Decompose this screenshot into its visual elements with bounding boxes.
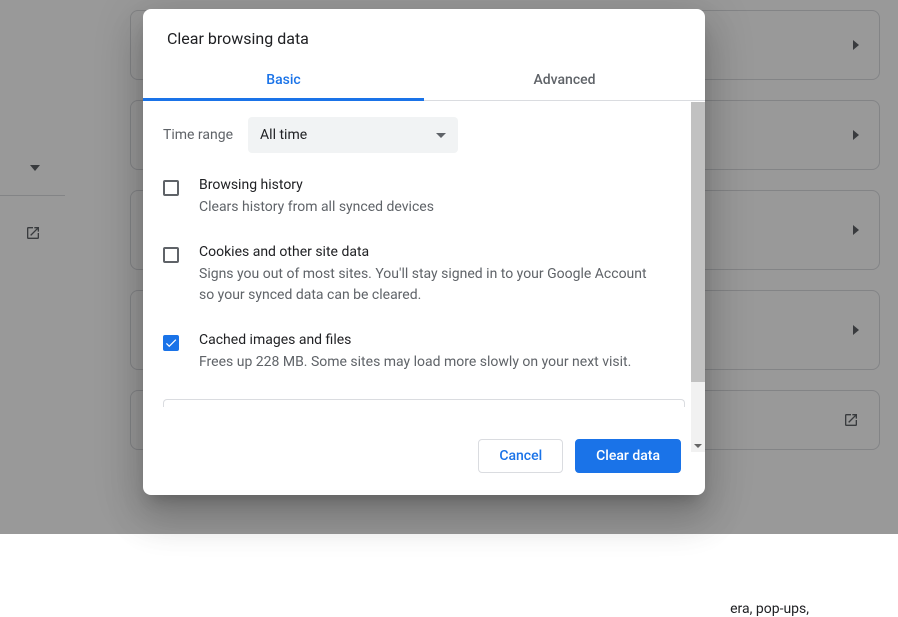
option-text: Cookies and other site data Signs you ou… <box>199 244 685 306</box>
option-title: Cached images and files <box>199 332 665 348</box>
option-cookies: Cookies and other site data Signs you ou… <box>163 244 685 306</box>
scrollbar-track[interactable] <box>691 102 705 452</box>
option-text: Cached images and files Frees up 228 MB.… <box>199 332 685 373</box>
time-range-value: All time <box>260 127 307 143</box>
clear-data-button[interactable]: Clear data <box>575 439 681 473</box>
checkbox-cookies[interactable] <box>163 247 179 263</box>
time-range-row: Time range All time <box>163 113 685 153</box>
dialog-title: Clear browsing data <box>143 9 705 60</box>
dialog-tabs: Basic Advanced <box>143 60 705 101</box>
scrollbar-down-arrow-icon[interactable] <box>694 444 702 448</box>
tab-basic[interactable]: Basic <box>143 60 424 100</box>
time-range-label: Time range <box>163 127 233 143</box>
option-text: Browsing history Clears history from all… <box>199 177 685 218</box>
caret-down-icon <box>436 133 446 138</box>
option-browsing-history: Browsing history Clears history from all… <box>163 177 685 218</box>
option-title: Browsing history <box>199 177 665 193</box>
checkbox-browsing-history[interactable] <box>163 180 179 196</box>
cancel-button[interactable]: Cancel <box>478 439 563 473</box>
tab-advanced[interactable]: Advanced <box>424 60 705 100</box>
scrollbar-thumb[interactable] <box>691 102 705 382</box>
time-range-select[interactable]: All time <box>248 117 458 153</box>
info-box-cutoff <box>163 399 685 407</box>
option-desc: Clears history from all synced devices <box>199 197 665 218</box>
option-cached-images: Cached images and files Frees up 228 MB.… <box>163 332 685 373</box>
option-title: Cookies and other site data <box>199 244 665 260</box>
dialog-footer: Cancel Clear data <box>143 419 705 495</box>
dialog-scroll-area: Time range All time Browsing history Cle… <box>143 101 705 419</box>
dialog-body: Time range All time Browsing history Cle… <box>143 101 705 419</box>
option-desc: Frees up 228 MB. Some sites may load mor… <box>199 352 665 373</box>
option-desc: Signs you out of most sites. You'll stay… <box>199 264 665 306</box>
bg-partial-text: era, pop-ups, <box>730 601 809 617</box>
checkbox-cached-images[interactable] <box>163 335 179 351</box>
clear-browsing-data-dialog: Clear browsing data Basic Advanced Time … <box>143 9 705 495</box>
